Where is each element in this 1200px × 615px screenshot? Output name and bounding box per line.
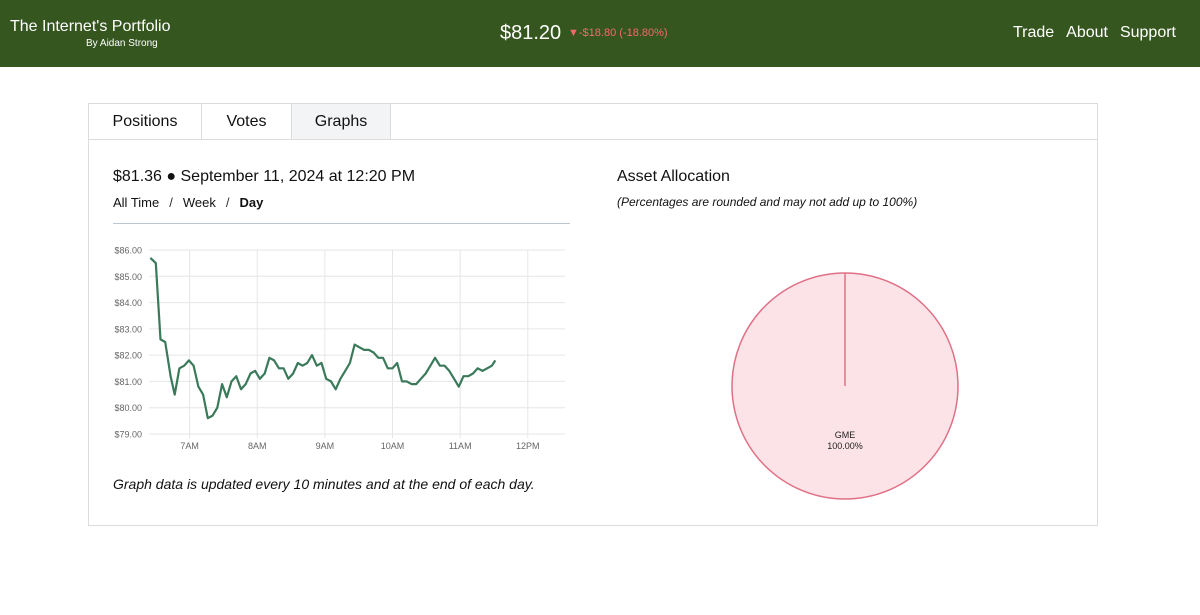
range-separator: / [225, 195, 230, 210]
price-line-chart: $79.00 $80.00 $81.00 $82.00 $83.00 $84.00 $85.… [114, 246, 565, 451]
nav-support-link[interactable]: Support [1120, 24, 1176, 42]
x-tick-label: 11AM [449, 441, 472, 451]
price-series-line [149, 257, 497, 420]
graph-headline: $81.36 ● September 11, 2024 at 12:20 PM [113, 168, 416, 185]
nav-about-link[interactable]: About [1066, 24, 1108, 42]
x-tick-label: 12PM [516, 441, 540, 451]
tab-positions[interactable]: Positions [89, 104, 202, 140]
allocation-title: Asset Allocation [617, 168, 730, 185]
graph-update-note: Graph data is updated every 10 minutes a… [113, 476, 535, 492]
range-all-time[interactable]: All Time [113, 195, 159, 210]
range-selector: All Time / Week / Day [113, 195, 263, 210]
nav-links: Trade About Support [1013, 24, 1176, 42]
x-tick-label: 9AM [316, 441, 335, 451]
allocation-pie-chart: GME100.00% [731, 272, 959, 500]
pie-slice-value: 100.00% [827, 441, 863, 451]
nav-trade-link[interactable]: Trade [1013, 24, 1054, 42]
y-tick-label: $84.00 [114, 298, 142, 308]
y-tick-label: $80.00 [114, 403, 142, 413]
x-tick-label: 7AM [180, 441, 199, 451]
top-bar: The Internet's Portfolio By Aidan Strong… [0, 0, 1200, 67]
x-tick-label: 10AM [381, 441, 405, 451]
y-tick-label: $85.00 [114, 272, 142, 282]
price-change: ▼-$18.80 (-18.80%) [568, 27, 668, 39]
y-tick-label: $82.00 [114, 351, 142, 361]
allocation-note: (Percentages are rounded and may not add… [617, 195, 918, 209]
pie-slice-label: GME [835, 430, 856, 440]
y-tick-label: $79.00 [114, 430, 142, 440]
site-title[interactable]: The Internet's Portfolio [10, 18, 170, 36]
x-tick-label: 8AM [248, 441, 267, 451]
y-tick-label: $81.00 [114, 377, 142, 387]
tab-graphs[interactable]: Graphs [292, 104, 391, 140]
graph-divider [113, 223, 570, 224]
range-day[interactable]: Day [239, 195, 263, 210]
range-week[interactable]: Week [183, 195, 216, 210]
range-separator: / [169, 195, 173, 210]
tab-bar: Positions Votes Graphs [89, 104, 391, 140]
portfolio-card: Positions Votes Graphs $81.36 ● Septembe… [88, 103, 1098, 526]
portfolio-price: $81.20 [500, 22, 562, 44]
site-byline: By Aidan Strong [86, 38, 158, 49]
tab-votes[interactable]: Votes [202, 104, 292, 140]
y-tick-label: $83.00 [114, 324, 142, 334]
y-tick-label: $86.00 [114, 246, 142, 256]
tab-divider [89, 139, 1097, 140]
